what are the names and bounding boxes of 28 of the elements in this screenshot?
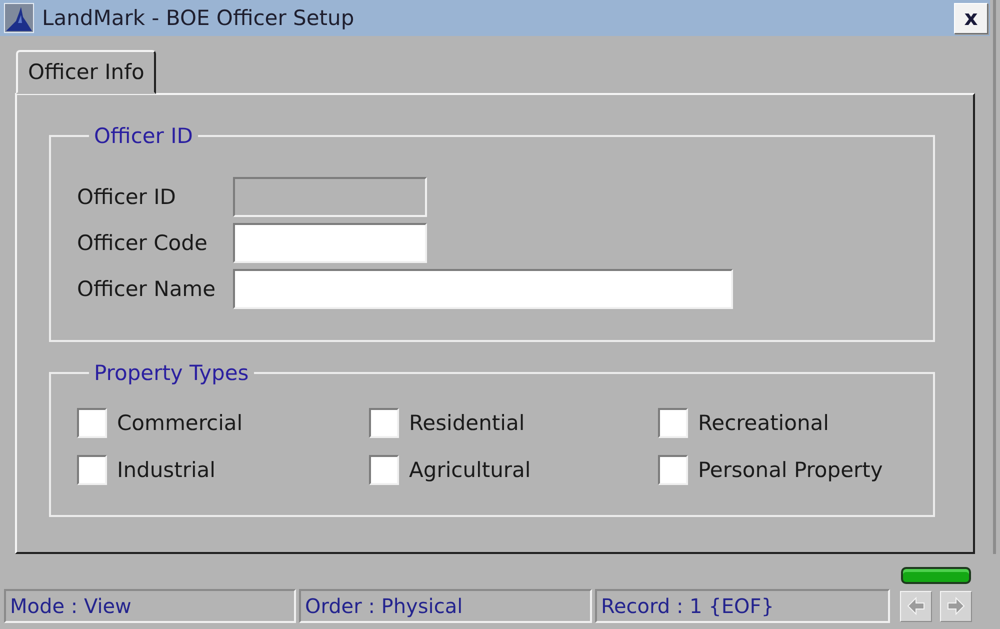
input-field[interactable] — [233, 269, 733, 309]
status-panel: Record : 1 {EOF} — [595, 589, 890, 623]
checkbox-label: Personal Property — [698, 458, 883, 482]
group-title: Officer ID — [93, 123, 194, 149]
status-panel: Order : Physical — [299, 589, 592, 623]
checkbox[interactable] — [658, 408, 688, 438]
tab[interactable]: Officer Info — [16, 50, 156, 94]
checkbox[interactable] — [369, 455, 399, 485]
checkbox-label: Industrial — [117, 458, 216, 482]
field-label: Officer Name — [77, 277, 217, 301]
group-title: Property Types — [93, 360, 250, 386]
mountain-icon — [4, 3, 34, 33]
checkbox-label: Agricultural — [409, 458, 531, 482]
window-title: LandMark - BOE Officer Setup — [42, 6, 354, 30]
checkbox-label: Residential — [409, 411, 525, 435]
checkbox-label: Recreational — [698, 411, 830, 435]
right-arrow-icon — [946, 596, 966, 616]
field-label: Officer ID — [77, 185, 177, 209]
checkbox-label: Commercial — [117, 411, 243, 435]
checkbox[interactable] — [369, 408, 399, 438]
input-field[interactable] — [233, 223, 427, 263]
field-label: Officer Code — [77, 231, 208, 255]
checkbox[interactable] — [77, 408, 107, 438]
left-arrow-icon — [906, 596, 926, 616]
status-panel: Mode : View — [4, 589, 296, 623]
checkbox[interactable] — [658, 455, 688, 485]
checkbox[interactable] — [77, 455, 107, 485]
close-button[interactable]: x — [954, 2, 988, 34]
